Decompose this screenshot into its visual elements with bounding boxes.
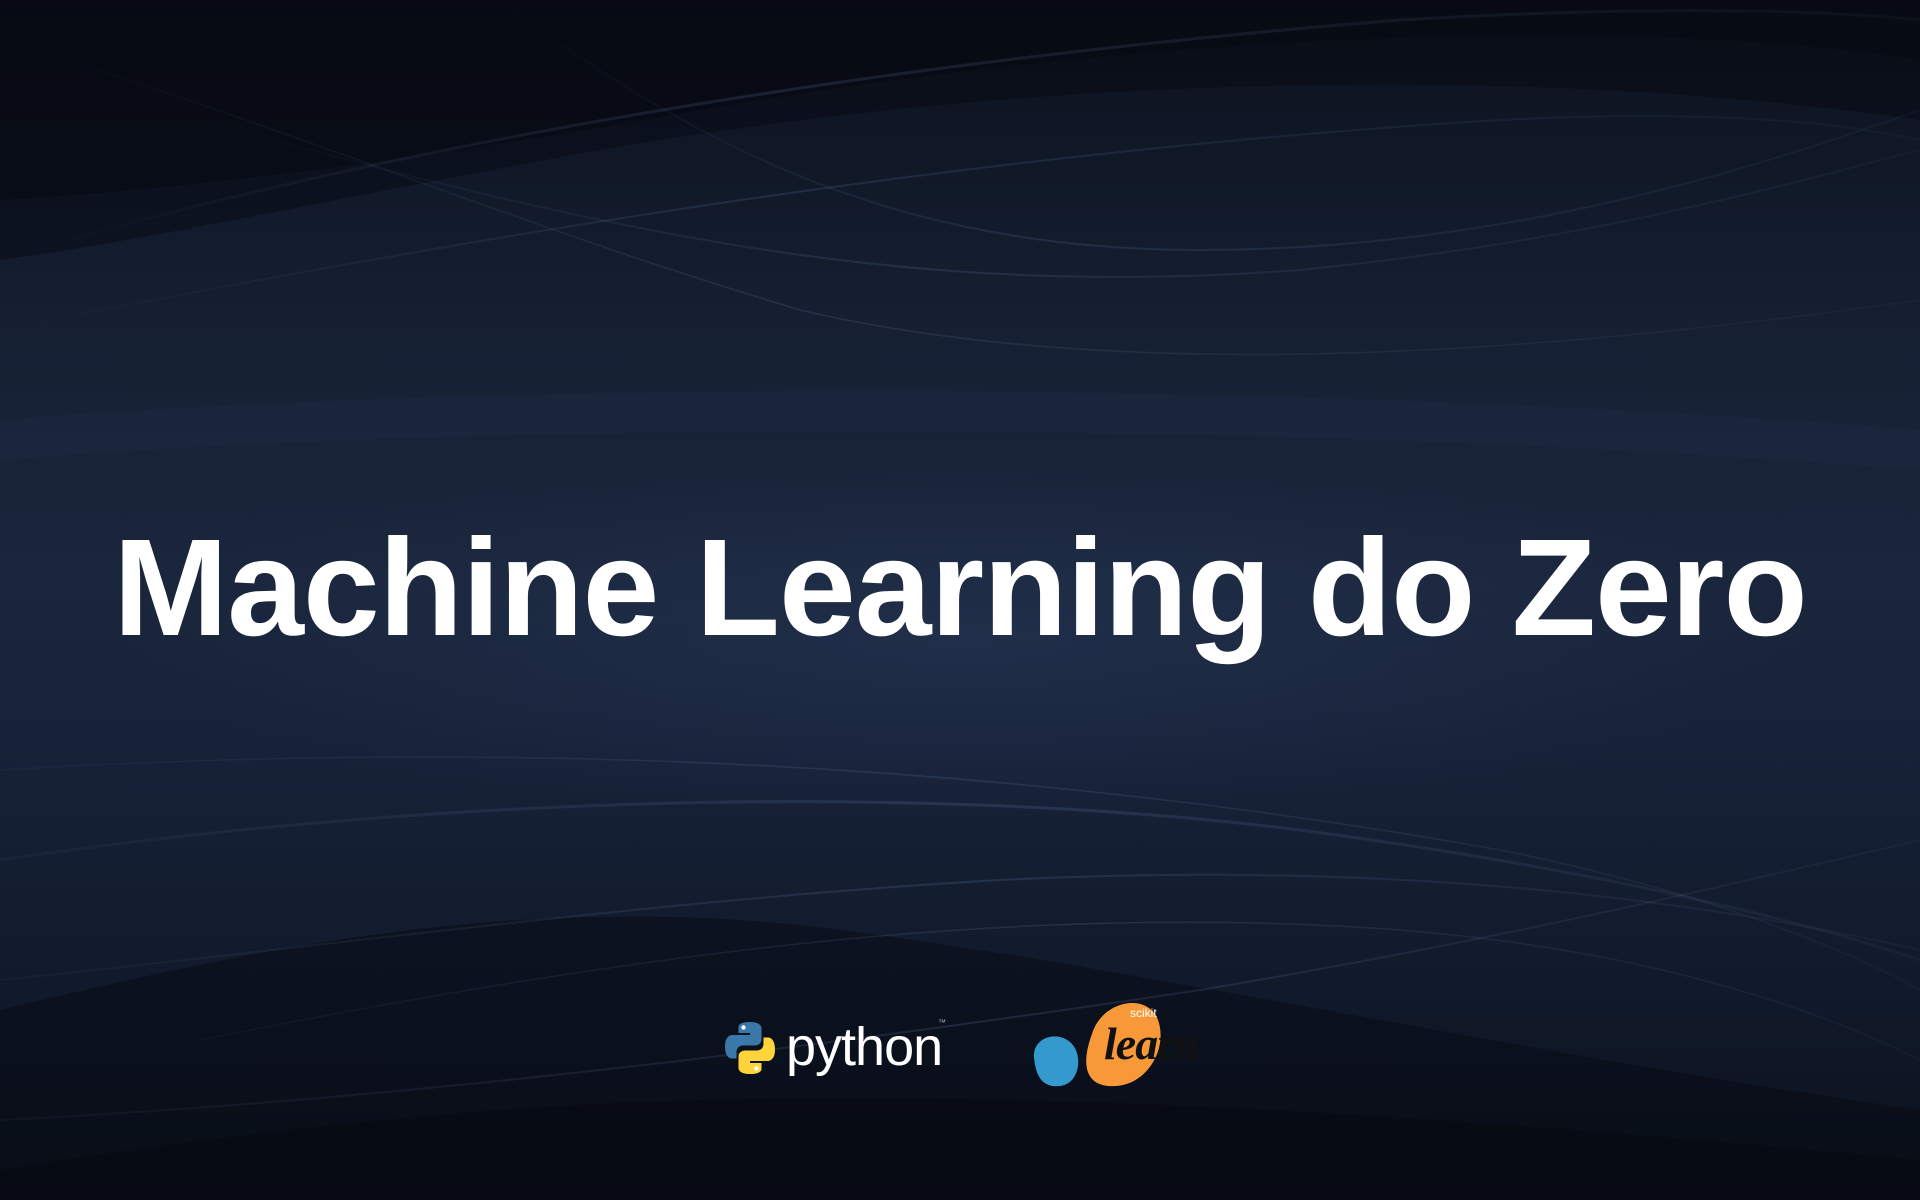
python-snake-icon: [725, 1022, 775, 1074]
slide-title: Machine Learning do Zero: [113, 511, 1808, 665]
logo-row: python ™ scikit learn: [0, 980, 1920, 1100]
scikit-learn-logo: scikit learn: [1030, 986, 1210, 1096]
python-wordmark: python: [786, 1017, 943, 1077]
slide: Machine Learning do Zero python ™ scikit…: [0, 0, 1920, 1200]
learn-label: learn: [1104, 1018, 1200, 1069]
python-logo: python ™: [718, 1012, 968, 1084]
python-trademark: ™: [938, 1018, 946, 1027]
